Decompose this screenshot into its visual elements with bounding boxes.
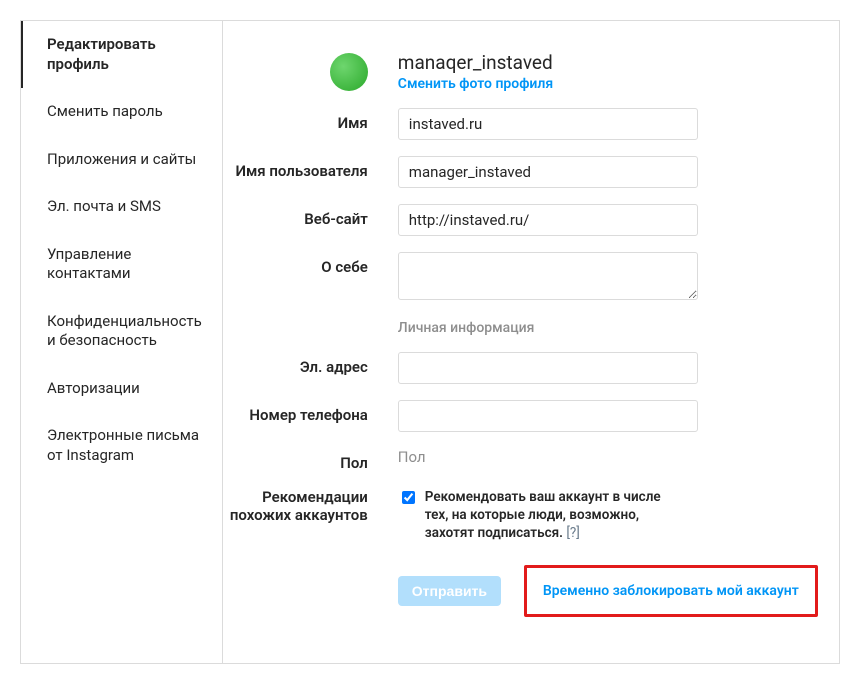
sidebar-item-email-sms[interactable]: Эл. почта и SMS [21, 183, 222, 231]
sidebar-item-emails-from-instagram[interactable]: Электронные письма от Instagram [21, 412, 222, 479]
recommendations-text: Рекомендовать ваш аккаунт в числе тех, н… [425, 488, 675, 543]
disable-account-highlight: Временно заблокировать мой аккаунт [524, 565, 818, 617]
edit-profile-form: manaqer_instaved Сменить фото профиля Им… [223, 21, 860, 663]
private-info-heading: Личная информация [398, 320, 535, 336]
settings-container: Редактировать профиль Сменить пароль При… [20, 20, 840, 664]
sidebar-item-edit-profile[interactable]: Редактировать профиль [21, 21, 222, 88]
label-email: Эл. адрес [223, 352, 398, 376]
recommendations-checkbox[interactable] [402, 491, 415, 504]
name-input[interactable] [398, 108, 698, 140]
sidebar-item-login-activity[interactable]: Авторизации [21, 365, 222, 413]
label-phone: Номер телефона [223, 400, 398, 424]
disable-account-link[interactable]: Временно заблокировать мой аккаунт [543, 583, 799, 599]
username-display: manaqer_instaved [398, 51, 818, 74]
submit-button[interactable]: Отправить [398, 576, 501, 606]
sidebar-item-manage-contacts[interactable]: Управление контактами [21, 231, 222, 298]
sidebar-item-privacy-security[interactable]: Конфиденциальность и безопасность [21, 298, 222, 365]
label-username: Имя пользователя [223, 156, 398, 180]
label-website: Веб-сайт [223, 204, 398, 228]
gender-value[interactable]: Пол [398, 448, 426, 466]
email-input[interactable] [398, 352, 698, 384]
sidebar-item-change-password[interactable]: Сменить пароль [21, 88, 222, 136]
label-name: Имя [223, 108, 398, 132]
website-input[interactable] [398, 204, 698, 236]
change-photo-link[interactable]: Сменить фото профиля [398, 76, 818, 92]
bio-textarea[interactable] [398, 252, 698, 300]
label-bio: О себе [223, 252, 398, 276]
avatar[interactable] [330, 53, 368, 91]
label-gender: Пол [223, 448, 398, 472]
recommendations-help-link[interactable]: [?] [566, 525, 580, 541]
sidebar: Редактировать профиль Сменить пароль При… [21, 21, 223, 663]
phone-input[interactable] [398, 400, 698, 432]
username-input[interactable] [398, 156, 698, 188]
sidebar-item-apps-websites[interactable]: Приложения и сайты [21, 136, 222, 184]
label-recommendations: Рекомендации похожих аккаунтов [223, 488, 398, 524]
